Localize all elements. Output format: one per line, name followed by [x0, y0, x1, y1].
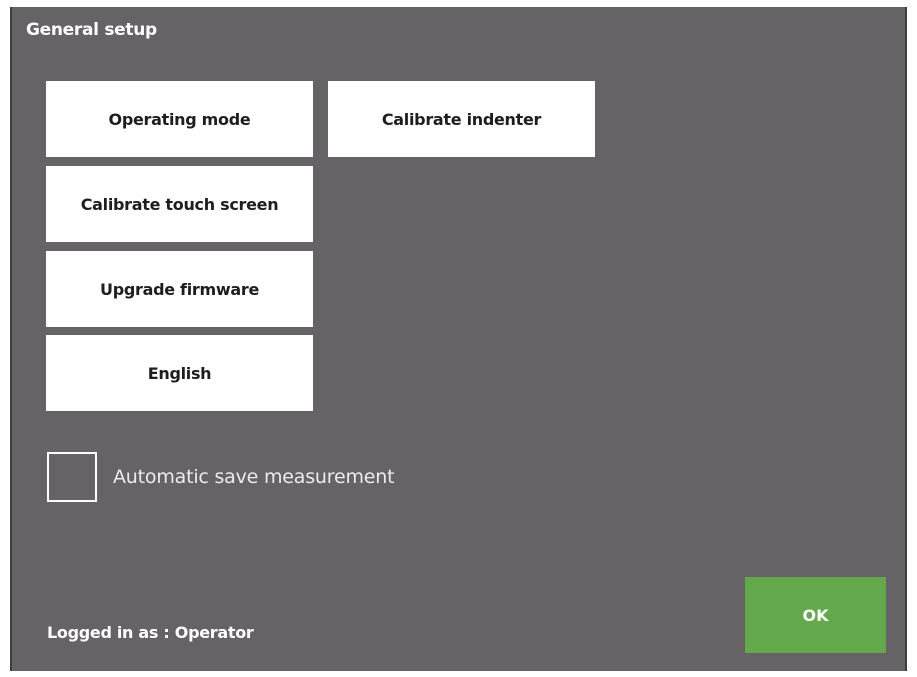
- login-status: Logged in as : Operator: [47, 623, 254, 642]
- auto-save-checkbox[interactable]: [47, 452, 97, 502]
- operating-mode-button[interactable]: Operating mode: [46, 81, 313, 157]
- calibrate-touch-screen-button[interactable]: Calibrate touch screen: [46, 166, 313, 242]
- upgrade-firmware-label: Upgrade firmware: [100, 279, 259, 299]
- auto-save-label: Automatic save measurement: [113, 466, 395, 488]
- calibrate-indenter-label: Calibrate indenter: [381, 109, 542, 129]
- ok-button[interactable]: OK: [745, 577, 886, 653]
- operating-mode-label: Operating mode: [108, 109, 251, 129]
- calibrate-indenter-button[interactable]: Calibrate indenter: [328, 81, 595, 157]
- language-button[interactable]: English: [46, 335, 313, 411]
- auto-save-option[interactable]: Automatic save measurement: [47, 452, 395, 502]
- ok-label: OK: [802, 605, 829, 625]
- language-label: English: [147, 363, 212, 383]
- upgrade-firmware-button[interactable]: Upgrade firmware: [46, 251, 313, 327]
- window-title: General setup: [26, 20, 157, 40]
- calibrate-touch-screen-label: Calibrate touch screen: [80, 194, 279, 214]
- general-setup-window: General setup Operating mode Calibrate i…: [10, 7, 907, 671]
